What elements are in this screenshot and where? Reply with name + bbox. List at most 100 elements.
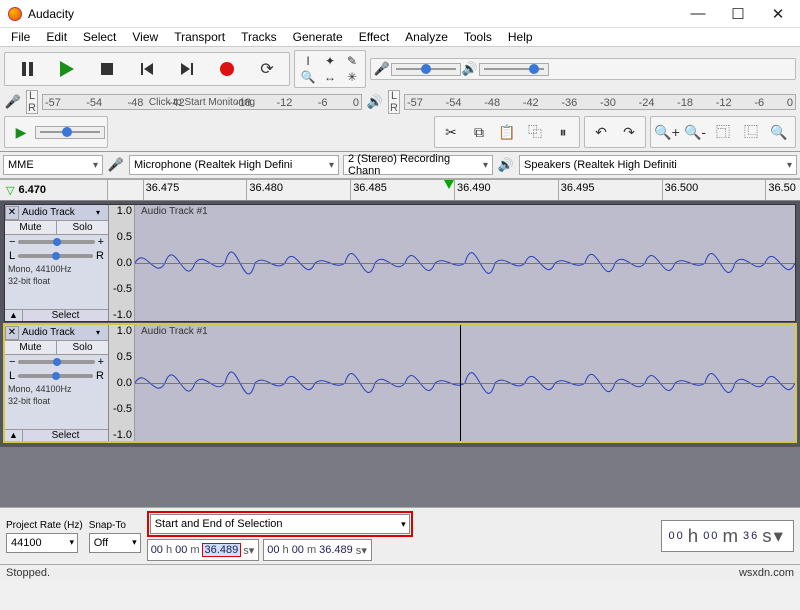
snap-to-label: Snap-To bbox=[89, 520, 141, 531]
watermark-text: wsxdn.com bbox=[739, 567, 794, 579]
menu-transport[interactable]: Transport bbox=[167, 29, 232, 45]
track-collapse-button[interactable]: ▲ bbox=[5, 430, 23, 441]
mute-button[interactable]: Mute bbox=[5, 221, 57, 234]
snap-to-select[interactable]: Off▾ bbox=[89, 533, 141, 553]
waveform-display[interactable]: 1.00.50.0-0.5-1.0 Audio Track #1 bbox=[109, 205, 795, 321]
menu-generate[interactable]: Generate bbox=[286, 29, 350, 45]
record-button[interactable] bbox=[207, 55, 247, 83]
track-close-button[interactable]: ✕ bbox=[5, 326, 19, 340]
solo-button[interactable]: Solo bbox=[57, 221, 108, 234]
waveform-display[interactable]: 1.00.50.0-0.5-1.0 Audio Track #1 bbox=[109, 325, 795, 441]
envelope-tool-icon[interactable]: ✦ bbox=[319, 53, 341, 69]
pan-slider[interactable] bbox=[18, 374, 93, 378]
playback-device-select[interactable]: Speakers (Realtek High Definiti▾ bbox=[519, 155, 797, 175]
track-select-button[interactable]: Select bbox=[23, 310, 108, 321]
track-close-button[interactable]: ✕ bbox=[5, 206, 19, 220]
transport-toolbar: ⟳ bbox=[4, 52, 290, 86]
zoom-out-button[interactable]: 🔍- bbox=[681, 119, 709, 145]
play-speed-slider[interactable] bbox=[35, 126, 105, 139]
audio-track[interactable]: ✕ Audio Track ▾ Mute Solo −+ LR Mono, 44… bbox=[4, 324, 796, 442]
skip-end-button[interactable] bbox=[167, 55, 207, 83]
tools-toolbar: I ✦ ✎ 🔍 ↔ ✳ bbox=[294, 50, 366, 88]
chevron-down-icon: ▾ bbox=[329, 160, 334, 171]
pause-button[interactable] bbox=[7, 55, 47, 83]
multi-tool-icon[interactable]: ✳ bbox=[341, 69, 363, 85]
recording-meter[interactable]: 🎤 🔊 bbox=[370, 58, 796, 80]
clip-name-label: Audio Track #1 bbox=[141, 206, 208, 217]
audio-track[interactable]: ✕ Audio Track ▾ Mute Solo −+ LR Mono, 44… bbox=[4, 204, 796, 322]
menu-tools[interactable]: Tools bbox=[457, 29, 499, 45]
zoom-in-button[interactable]: 🔍+ bbox=[653, 119, 681, 145]
menu-analyze[interactable]: Analyze bbox=[398, 29, 455, 45]
track-select-button[interactable]: Select bbox=[23, 430, 108, 441]
gain-slider[interactable] bbox=[18, 360, 94, 364]
rec-meter-lr: LR bbox=[26, 90, 38, 114]
menu-effect[interactable]: Effect bbox=[352, 29, 396, 45]
chevron-down-icon: ▾ bbox=[132, 537, 137, 548]
window-minimize-button[interactable]: — bbox=[678, 0, 718, 28]
trim-button[interactable]: ⿻ bbox=[521, 119, 549, 145]
fit-selection-button[interactable]: ⿹ bbox=[709, 119, 737, 145]
solo-button[interactable]: Solo bbox=[57, 341, 108, 354]
menu-view[interactable]: View bbox=[125, 29, 165, 45]
play-button[interactable] bbox=[47, 55, 87, 83]
window-close-button[interactable]: ✕ bbox=[758, 0, 798, 28]
window-maximize-button[interactable]: ☐ bbox=[718, 0, 758, 28]
gain-slider[interactable] bbox=[18, 240, 94, 244]
audio-host-select[interactable]: MME▾ bbox=[3, 155, 103, 175]
mute-button[interactable]: Mute bbox=[5, 341, 57, 354]
chevron-down-icon: ▾ bbox=[401, 519, 406, 530]
track-collapse-button[interactable]: ▲ bbox=[5, 310, 23, 321]
empty-tracks-area[interactable] bbox=[0, 447, 800, 507]
status-text: Stopped. bbox=[6, 567, 50, 579]
zoom-tool-icon[interactable]: 🔍 bbox=[297, 69, 319, 85]
zoom-toolbar: 🔍+ 🔍- ⿹ ⿺ 🔍 bbox=[650, 116, 796, 148]
menu-select[interactable]: Select bbox=[76, 29, 123, 45]
menu-help[interactable]: Help bbox=[501, 29, 540, 45]
recording-volume-slider[interactable] bbox=[391, 63, 461, 76]
track-depth-label: 32-bit float bbox=[5, 275, 108, 287]
undo-button[interactable]: ↶ bbox=[587, 119, 615, 145]
play-cursor bbox=[460, 325, 461, 441]
menu-edit[interactable]: Edit bbox=[39, 29, 74, 45]
timeshift-tool-icon[interactable]: ↔ bbox=[319, 69, 341, 85]
stop-button[interactable] bbox=[87, 55, 127, 83]
timeline-ruler[interactable]: ▽ 6.470 36.475 36.480 36.485 36.490 36.4… bbox=[0, 179, 800, 201]
track-menu-button[interactable]: ▾ bbox=[96, 208, 108, 217]
copy-button[interactable]: ⧉ bbox=[465, 119, 493, 145]
selection-start-field[interactable]: 00h 00m 36.489s▾ bbox=[147, 539, 260, 561]
zoom-toggle-button[interactable]: 🔍 bbox=[765, 119, 793, 145]
project-rate-select[interactable]: 44100▾ bbox=[6, 533, 78, 553]
playback-level-meter[interactable]: -57-54-48-42-36-30-24-18-12-60 bbox=[404, 94, 796, 110]
selection-mode-highlight: Start and End of Selection▾ bbox=[147, 511, 413, 537]
silence-button[interactable]: ⏸ bbox=[549, 119, 577, 145]
play-at-speed-button[interactable]: ▶ bbox=[7, 119, 35, 145]
selection-mode-select[interactable]: Start and End of Selection▾ bbox=[150, 514, 410, 534]
selection-start-seconds-highlight: 36.489 bbox=[202, 543, 242, 557]
recording-channels-select[interactable]: 2 (Stereo) Recording Chann▾ bbox=[343, 155, 493, 175]
fit-project-button[interactable]: ⿺ bbox=[737, 119, 765, 145]
track-menu-button[interactable]: ▾ bbox=[96, 328, 108, 337]
menu-file[interactable]: File bbox=[4, 29, 37, 45]
recording-level-meter[interactable]: Click to Start Monitoring -57-54-48-42-1… bbox=[42, 94, 362, 110]
menu-tracks[interactable]: Tracks bbox=[234, 29, 284, 45]
selection-tool-icon[interactable]: I bbox=[297, 53, 319, 69]
playback-volume-slider[interactable] bbox=[479, 63, 549, 76]
cut-button[interactable]: ✂ bbox=[437, 119, 465, 145]
pan-slider[interactable] bbox=[18, 254, 93, 258]
paste-button[interactable]: 📋 bbox=[493, 119, 521, 145]
redo-button[interactable]: ↷ bbox=[615, 119, 643, 145]
title-bar: Audacity — ☐ ✕ bbox=[0, 0, 800, 28]
draw-tool-icon[interactable]: ✎ bbox=[341, 53, 363, 69]
selection-end-field[interactable]: 00h 00m 36.489s▾ bbox=[263, 539, 372, 561]
play-head-icon bbox=[444, 180, 454, 189]
clip-name-label: Audio Track #1 bbox=[141, 326, 208, 337]
track-name[interactable]: Audio Track bbox=[19, 207, 96, 218]
track-control-panel: ✕ Audio Track ▾ Mute Solo −+ LR Mono, 44… bbox=[5, 205, 109, 321]
menu-bar: File Edit Select View Transport Tracks G… bbox=[0, 28, 800, 47]
audio-position-field[interactable]: 00h 00m 36s▾ bbox=[661, 520, 794, 552]
loop-button[interactable]: ⟳ bbox=[247, 55, 287, 83]
skip-start-button[interactable] bbox=[127, 55, 167, 83]
recording-device-select[interactable]: Microphone (Realtek High Defini▾ bbox=[129, 155, 339, 175]
track-name[interactable]: Audio Track bbox=[19, 327, 96, 338]
